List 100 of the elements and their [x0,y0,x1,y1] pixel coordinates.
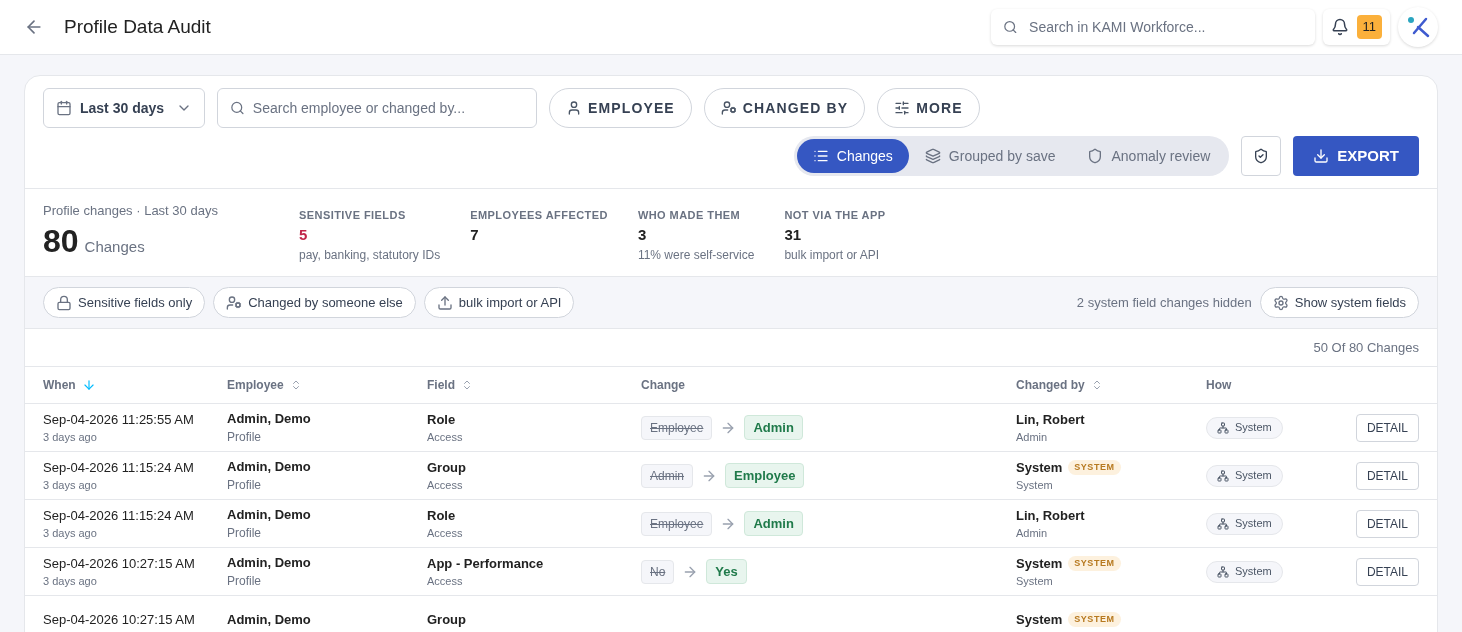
search-icon [1002,19,1018,35]
relative-time: 3 days ago [43,526,98,541]
method-tag: System [1206,560,1283,583]
search-icon [230,100,245,116]
shield-icon [1087,148,1104,164]
new-value: Employee [725,462,805,489]
relative-time: 3 days ago [43,478,98,493]
employee-section: Profile [227,572,427,591]
employee-search-field[interactable]: Search employee or changed by... [217,88,538,128]
detail-button[interactable]: DETAIL [1355,413,1419,442]
employee-name: Admin, Demo [227,553,312,572]
system-badge: SYSTEM [1068,611,1121,628]
stat-value: 31 [784,224,803,245]
view-tab[interactable]: Grouped by save [908,139,1072,173]
network-icon [1217,565,1229,578]
stat-label: NOT VIA THE APP [784,208,886,223]
stat-note: bulk import or API [784,247,881,264]
timestamp: Sep-04-2026 10:27:15 AM [43,610,196,629]
calendar-icon [56,100,72,116]
network-icon [1217,469,1229,482]
sort-down-icon[interactable] [81,378,96,392]
stat-label: SENSITIVE FIELDS [299,208,407,223]
total-changes: 80 [43,221,79,261]
column-header: How [1206,377,1232,394]
system-badge: SYSTEM [1068,459,1121,475]
hidden-changes-note: 2 system field changes hidden [1076,293,1252,312]
method-tag: System [1206,464,1283,487]
method-tag: System [1206,416,1283,439]
field-name: Group [427,610,467,629]
relative-time: 3 days ago [43,574,98,589]
detail-button[interactable]: DETAIL [1355,461,1419,490]
quick-filter-chip[interactable]: bulk import or API [423,287,575,318]
new-value: Admin [744,510,803,537]
employee-search-input[interactable]: Search employee or changed by... [252,97,525,119]
changed-by-role: System [1016,574,1054,589]
stat-note: 11% were self-service [637,247,755,264]
settings-icon [1272,294,1289,311]
stat-note: pay, banking, statutory IDs [299,247,441,264]
timestamp: Sep-04-2026 10:27:15 AM [43,554,196,573]
shield-check-icon [1253,148,1270,164]
field-category: Access [427,574,464,589]
changed-by-name: System [1016,458,1063,477]
new-value: Admin [744,414,803,441]
show-system-fields-button[interactable]: Show system fields [1259,287,1419,318]
employee-name: Admin, Demo [227,409,312,428]
method-tag: System [1206,512,1283,535]
changed-by-name: System [1016,554,1063,573]
column-header: Change [641,377,685,394]
global-search-field[interactable]: Search in KAMI Workforce... [990,9,1315,45]
sliders-icon [894,100,911,116]
old-value: Admin [641,463,693,488]
quick-filter-chip[interactable]: Changed by someone else [213,287,416,318]
new-value: Yes [706,558,747,585]
changed-by-name: Lin, Robert [1016,506,1085,525]
person-shield-icon [720,100,737,116]
old-value: Employee [641,511,713,536]
page-title: Profile Data Audit [64,14,211,39]
network-icon [1217,421,1229,434]
quick-filter-chip[interactable]: Sensitive fields only [43,287,206,318]
column-header: When [43,377,76,394]
notifications-button[interactable]: 11 [1322,9,1390,45]
employee-section: Profile [227,428,427,447]
timestamp: Sep-04-2026 11:15:24 AM [43,458,195,477]
results-count: 50 Of 80 Changes [1313,338,1419,357]
employee-name: Admin, Demo [227,505,312,524]
sort-icon[interactable] [461,379,473,391]
relative-time: 3 days ago [43,430,98,445]
employee-name: Admin, Demo [227,457,312,476]
detail-button[interactable]: DETAIL [1355,509,1419,538]
date-range-dropdown[interactable]: Last 30 days [43,88,206,128]
upload-icon [436,294,453,311]
detail-button[interactable]: DETAIL [1355,557,1419,586]
changed-by-name: Lin, Robert [1016,410,1085,429]
column-header: Field [427,377,455,394]
view-tab[interactable]: Changes [796,139,909,173]
column-header: Employee [227,377,284,394]
field-name: Role [427,410,457,429]
timestamp: Sep-04-2026 11:25:55 AM [43,410,195,429]
list-icon [812,148,829,164]
total-unit: Changes [84,236,145,257]
layers-icon [924,148,941,164]
changed-by-role: System [1016,478,1054,493]
field-category: Access [427,526,464,541]
changed-by-name: System [1016,610,1063,629]
view-tab[interactable]: Anomaly review [1071,139,1227,173]
stat-value: 3 [637,224,648,245]
logo-icon[interactable] [1398,7,1438,47]
employee-name: Admin, Demo [227,610,312,629]
notification-count: 11 [1356,15,1382,39]
stat-label: WHO MADE THEM [637,208,742,223]
stat-value: 7 [470,224,480,245]
export-button[interactable]: EXPORT [1293,136,1419,176]
download-icon [1313,148,1330,164]
person-shield-icon [226,294,243,311]
field-category: Access [427,478,464,493]
global-search-input[interactable]: Search in KAMI Workforce... [1029,16,1303,38]
old-value: No [641,559,675,584]
column-header: Changed by [1016,377,1085,394]
network-icon [1217,517,1229,530]
verify-button[interactable] [1241,136,1282,176]
